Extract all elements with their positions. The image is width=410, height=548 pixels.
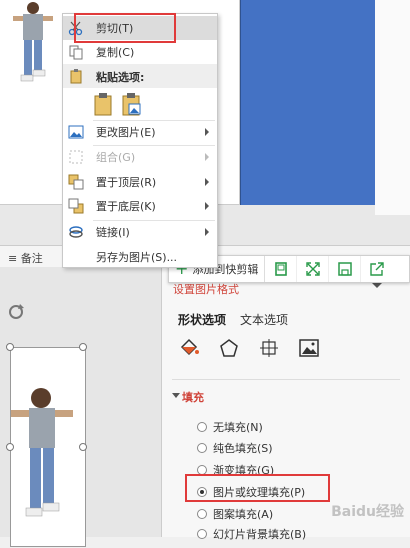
lower-slide-area	[0, 267, 162, 547]
panel-title: 设置图片格式	[173, 283, 239, 296]
divider	[172, 379, 400, 380]
fill-section-header[interactable]: 填充	[182, 389, 204, 405]
paste-keep-format-icon[interactable]	[93, 92, 113, 116]
resize-handle[interactable]	[6, 443, 14, 451]
context-menu: 剪切(T) 复制(C) 粘贴选项: 更改图片(E) 组合(G) 置于顶层(R) …	[62, 13, 218, 268]
resize-handle[interactable]	[6, 343, 14, 351]
menu-item-link[interactable]: 链接(I)	[63, 220, 217, 244]
radio-button[interactable]	[197, 529, 207, 539]
selected-picture[interactable]	[6, 343, 87, 547]
panel-icon-row	[178, 337, 320, 359]
send-to-back-icon	[68, 198, 84, 214]
fill-option-label: 幻灯片背景填充(B)	[213, 528, 307, 541]
expand-button[interactable]	[297, 256, 330, 282]
fill-option-pattern[interactable]: 图案填充(A)	[197, 506, 273, 522]
menu-item-change-picture[interactable]: 更改图片(E)	[63, 120, 217, 144]
highlight-box	[74, 13, 176, 43]
rotate-handle-icon[interactable]	[6, 302, 26, 322]
person-photo[interactable]	[5, 0, 60, 95]
person-photo	[11, 388, 73, 517]
fill-option-slide-bg[interactable]: 幻灯片背景填充(B)	[197, 526, 306, 542]
fill-option-none[interactable]: 无填充(N)	[197, 419, 263, 435]
submenu-arrow-icon	[205, 202, 209, 210]
notes-label: 备注	[20, 252, 43, 265]
menu-item-group[interactable]: 组合(G)	[63, 145, 217, 169]
link-label: 链接(I)	[96, 226, 130, 239]
group-label: 组合(G)	[96, 151, 136, 164]
save-button[interactable]	[329, 256, 362, 282]
copy-label: 复制	[96, 46, 118, 59]
menu-item-bring-to-front[interactable]: 置于顶层(R)	[63, 170, 217, 194]
paste-icon	[70, 69, 82, 84]
submenu-arrow-icon	[205, 228, 209, 236]
picture-icon[interactable]	[298, 337, 320, 359]
notes-toggle[interactable]: ≡ 备注	[8, 250, 43, 266]
submenu-arrow-icon	[205, 153, 209, 161]
crop-button[interactable]	[265, 256, 298, 282]
bring-to-front-label: 置于顶层(R)	[96, 176, 157, 189]
save-icon	[338, 262, 352, 276]
group-icon	[69, 150, 83, 164]
copy-icon	[69, 45, 83, 60]
fill-option-label: 纯色填充(S)	[213, 442, 273, 455]
paste-as-picture-icon[interactable]	[121, 92, 141, 116]
share-icon	[370, 262, 385, 276]
menu-item-copy[interactable]: 复制(C)	[63, 40, 217, 64]
submenu-arrow-icon	[205, 128, 209, 136]
tab-shape-options[interactable]: 形状选项	[178, 311, 226, 328]
collapse-icon[interactable]	[172, 393, 180, 398]
radio-button[interactable]	[197, 443, 207, 453]
save-as-picture-label: 另存为图片(S)...	[96, 251, 178, 264]
change-picture-label: 更改图片(E)	[96, 126, 156, 139]
paste-options-header: 粘贴选项:	[63, 64, 217, 88]
crop-icon	[275, 262, 287, 276]
copy-shortcut: (C)	[118, 46, 135, 59]
menu-item-send-to-back[interactable]: 置于底层(K)	[63, 194, 217, 218]
fill-option-label: 图案填充(A)	[213, 508, 274, 521]
bring-to-front-icon	[68, 174, 84, 190]
resize-handle[interactable]	[79, 443, 87, 451]
submenu-arrow-icon	[205, 178, 209, 186]
watermark: Baidu经验	[331, 504, 404, 520]
fill-option-label: 无填充(N)	[213, 421, 263, 434]
fill-option-solid[interactable]: 纯色填充(S)	[197, 440, 273, 456]
tab-text-options[interactable]: 文本选项	[240, 311, 288, 328]
radio-button[interactable]	[197, 509, 207, 519]
paste-options-icons	[93, 92, 141, 116]
link-icon	[69, 226, 83, 238]
panel-dropdown-icon[interactable]	[372, 283, 382, 288]
send-to-back-label: 置于底层(K)	[96, 200, 156, 213]
resize-handle[interactable]	[79, 343, 87, 351]
size-layout-icon[interactable]	[258, 337, 280, 359]
radio-button[interactable]	[197, 422, 207, 432]
fill-bucket-icon[interactable]	[178, 337, 200, 359]
menu-item-save-as-picture[interactable]: 另存为图片(S)...	[63, 245, 217, 269]
share-button[interactable]	[361, 256, 393, 282]
panel-tabs: 形状选项 文本选项	[178, 311, 288, 328]
expand-icon	[306, 262, 320, 276]
paste-options-label: 粘贴选项:	[96, 71, 145, 84]
slide-margin	[375, 0, 410, 215]
highlight-box	[185, 474, 330, 502]
pentagon-effects-icon[interactable]	[218, 337, 240, 359]
slide-blue-shape[interactable]	[240, 0, 375, 205]
change-picture-icon	[68, 125, 84, 139]
